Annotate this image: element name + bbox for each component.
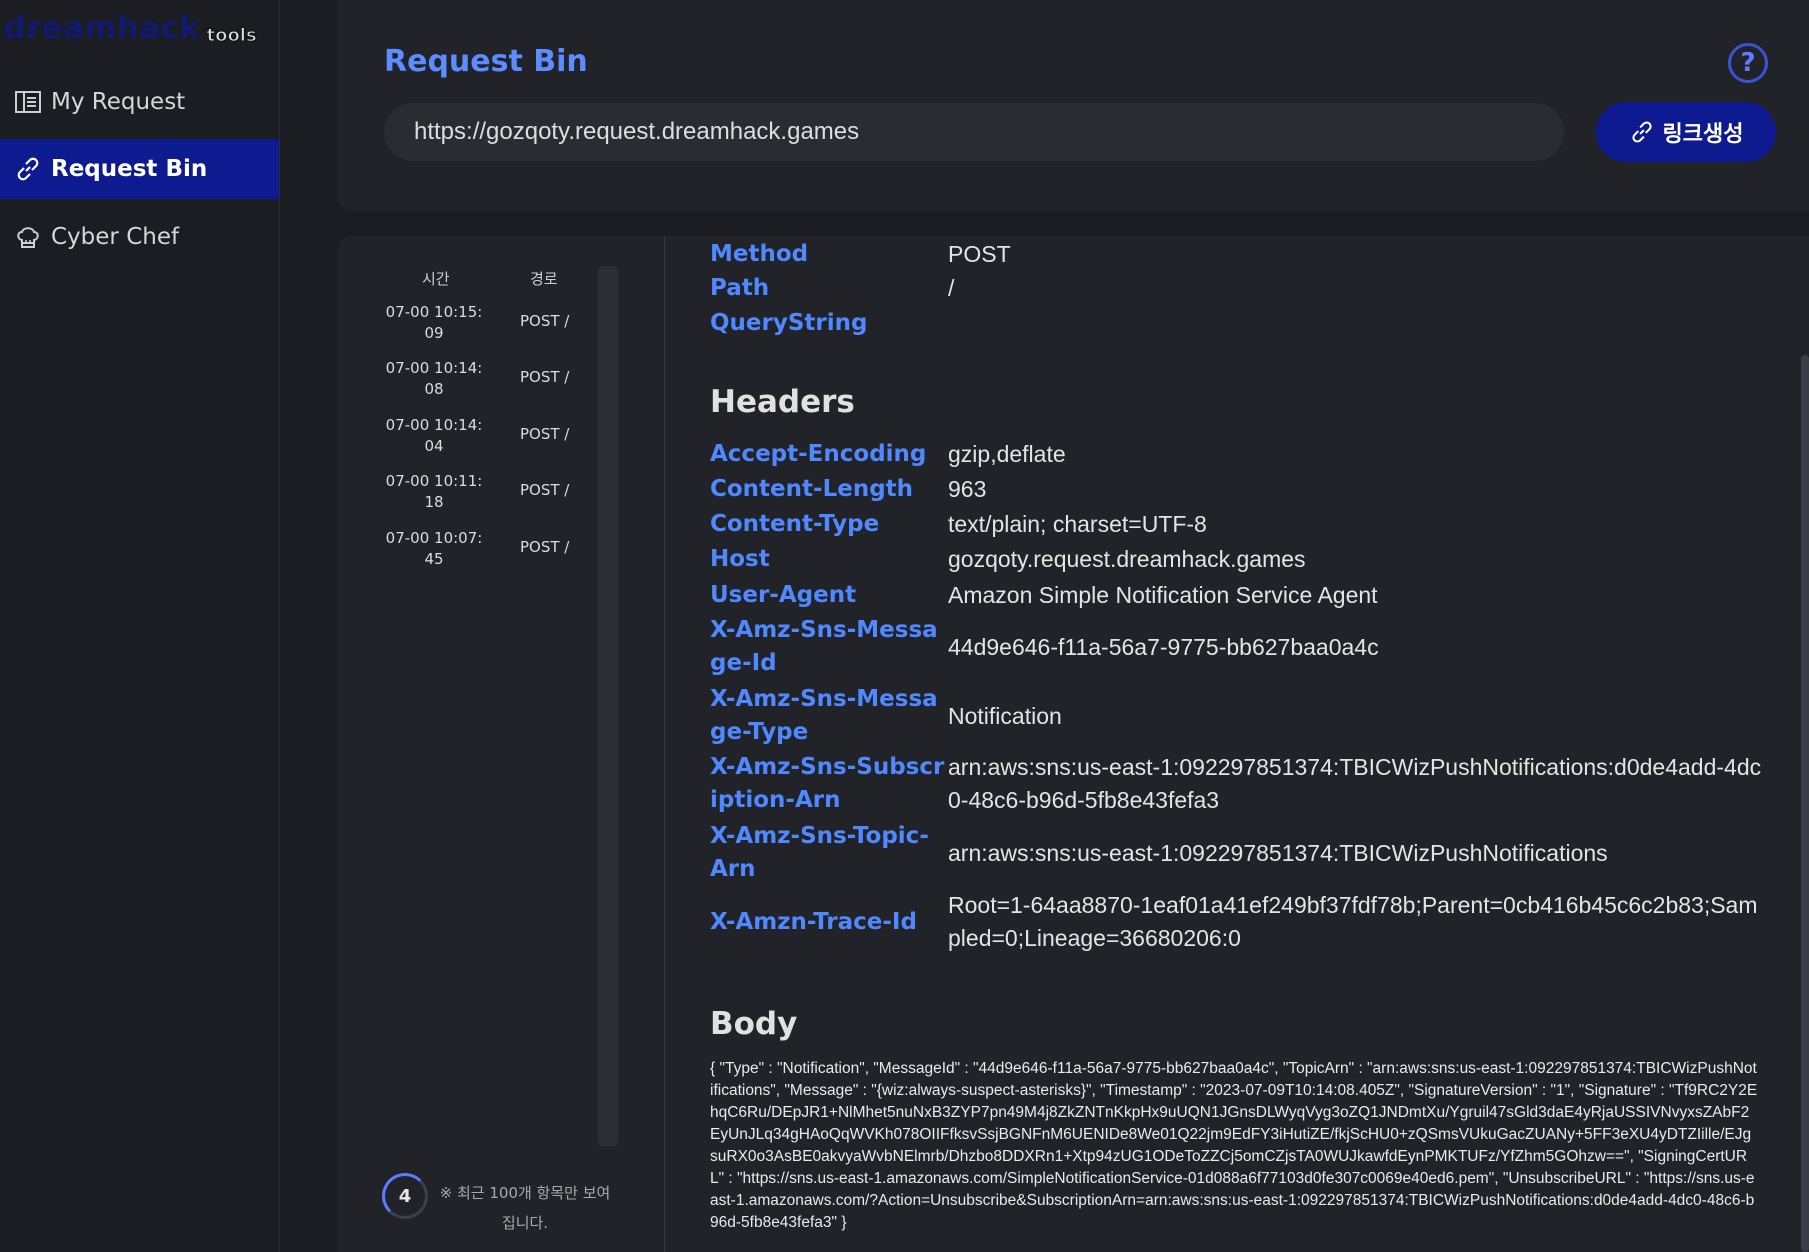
request-path: POST / xyxy=(520,538,570,556)
header-value: Root=1-64aa8870-1eaf01a41ef249bf37fdf78b… xyxy=(948,892,1758,951)
list-limit-note: ※ 최근 100개 항목만 보여집니다. xyxy=(439,1184,611,1232)
request-path: POST / xyxy=(520,481,570,499)
chef-hat-icon xyxy=(13,222,43,252)
header-value: arn:aws:sns:us-east-1:092297851374:TBICW… xyxy=(948,754,1762,813)
logo-suffix: tools xyxy=(206,25,257,47)
header-key: Accept-Encoding xyxy=(710,441,927,467)
header-key: User-Agent xyxy=(710,582,857,608)
logo-brand: dreamhack xyxy=(4,11,201,46)
request-time: 07-00 10:15:09 xyxy=(385,303,483,342)
header-value: 963 xyxy=(948,476,987,502)
headers-title: Headers xyxy=(710,384,855,420)
header-value: gzip,deflate xyxy=(948,441,1066,467)
sidebar: dreamhack tools My Request Request Bin C… xyxy=(0,0,280,1252)
header-key: X-Amz-Sns-Subscription-Arn xyxy=(710,754,945,813)
request-row[interactable]: 07-00 10:14:04 POST / xyxy=(338,415,628,467)
querystring-label: QueryString xyxy=(710,310,868,336)
request-row[interactable]: 07-00 10:11:18 POST / xyxy=(338,471,628,523)
list-icon xyxy=(13,87,43,117)
request-count-badge: 4 xyxy=(382,1173,428,1219)
header-value: 44d9e646-f11a-56a7-9775-bb627baa0a4c xyxy=(948,634,1379,660)
dreamhack-tools-logo[interactable]: dreamhack tools xyxy=(4,6,257,47)
column-header-path: 경로 xyxy=(530,270,558,288)
header-value: arn:aws:sns:us-east-1:092297851374:TBICW… xyxy=(948,840,1608,866)
request-detail: Method POST Path / QueryString Headers A… xyxy=(710,236,1790,1252)
request-time: 07-00 10:11:18 xyxy=(385,472,483,511)
request-time: 07-00 10:14:04 xyxy=(385,416,483,455)
sidebar-item-label: Cyber Chef xyxy=(51,224,180,250)
page-title: Request Bin xyxy=(384,44,588,79)
header-key: X-Amz-Sns-Message-Type xyxy=(710,686,938,745)
header-key: X-Amz-Sns-Topic-Arn xyxy=(710,823,929,882)
path-label: Path xyxy=(710,275,770,301)
header-value: text/plain; charset=UTF-8 xyxy=(948,511,1207,537)
body-title: Body xyxy=(710,1006,798,1042)
help-icon[interactable]: ? xyxy=(1728,43,1768,83)
sidebar-item-label: My Request xyxy=(51,89,186,115)
link-icon xyxy=(13,154,43,184)
path-value: / xyxy=(948,275,955,301)
header-key: Host xyxy=(710,546,770,572)
header-key: X-Amz-Sns-Message-Id xyxy=(710,617,938,676)
request-body: { "Type" : "Notification", "MessageId" :… xyxy=(710,1060,1758,1231)
header-key: X-Amzn-Trace-Id xyxy=(710,909,917,935)
generate-link-button[interactable]: 링크생성 xyxy=(1596,102,1776,162)
link-icon xyxy=(1631,121,1652,143)
sidebar-item-label: Request Bin xyxy=(51,156,208,182)
column-header-time: 시간 xyxy=(422,270,450,288)
request-row[interactable]: 07-00 10:14:08 POST / xyxy=(338,358,628,410)
header-key: Content-Length xyxy=(710,476,914,502)
sidebar-item-cyber-chef[interactable]: Cyber Chef xyxy=(0,207,279,267)
generate-link-label: 링크생성 xyxy=(1662,122,1744,147)
method-label: Method xyxy=(710,241,809,267)
header-value: Amazon Simple Notification Service Agent xyxy=(948,582,1378,608)
header-key: Content-Type xyxy=(710,511,880,537)
request-bin-header-panel: Request Bin ? 링크생성 xyxy=(338,0,1809,211)
request-time: 07-00 10:07:45 xyxy=(385,529,483,568)
request-row[interactable]: 07-00 10:07:45 POST / xyxy=(338,528,628,580)
page-scrollbar[interactable] xyxy=(1801,355,1809,1252)
request-path: POST / xyxy=(520,368,570,386)
request-time: 07-00 10:14:08 xyxy=(385,359,483,398)
request-row[interactable]: 07-00 10:15:09 POST / xyxy=(338,302,628,354)
header-value: gozqoty.request.dreamhack.games xyxy=(948,546,1306,572)
header-value: Notification xyxy=(948,703,1062,729)
request-path: POST / xyxy=(520,312,570,330)
request-url-field[interactable] xyxy=(384,103,1564,161)
sidebar-item-request-bin[interactable]: Request Bin xyxy=(0,139,279,199)
sidebar-item-my-request[interactable]: My Request xyxy=(0,72,279,132)
request-detail-panel: 시간 경로 07-00 10:15:09 POST / 07-00 10:14:… xyxy=(338,236,1809,1252)
request-path: POST / xyxy=(520,425,570,443)
method-value: POST xyxy=(948,241,1011,267)
request-list: 시간 경로 07-00 10:15:09 POST / 07-00 10:14:… xyxy=(338,236,665,1252)
